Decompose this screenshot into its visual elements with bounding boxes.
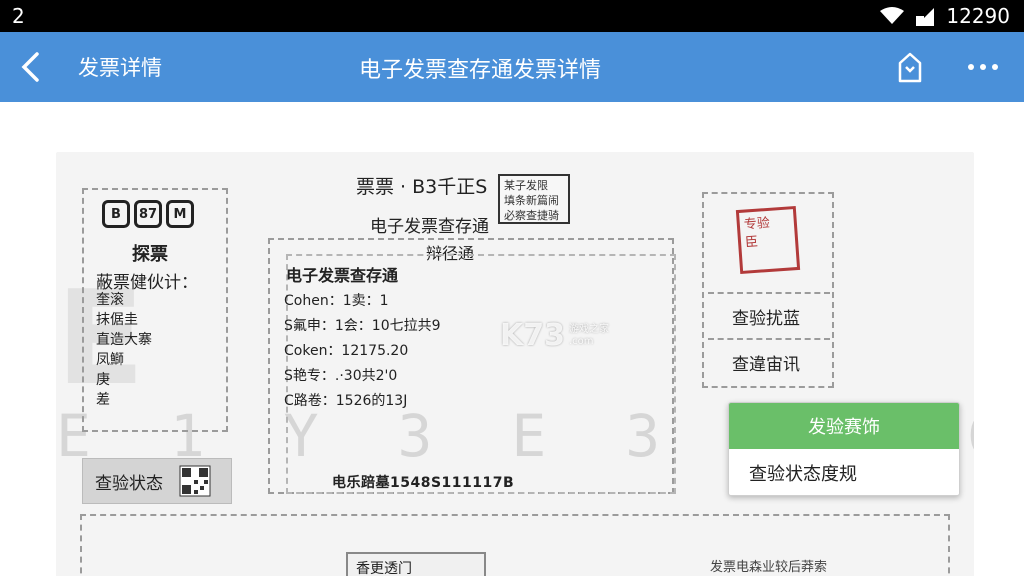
more-options-button[interactable] (960, 49, 1006, 85)
more-dots-icon (968, 64, 998, 70)
list-item: 抹倨圭 (96, 312, 138, 328)
wifi-icon (880, 7, 905, 24)
qr-code-icon (179, 465, 211, 497)
watermark-small: .com (569, 335, 594, 347)
stamp-line: 某子发限 (504, 179, 548, 192)
invoice-image: E E 1 Y 3 E 3 I C C H 票票 · B3千正S 某子发限 填条… (56, 152, 974, 576)
stamp-line: 填条新篇闹 (504, 194, 559, 207)
query-button[interactable]: 查違宙讯 (732, 350, 800, 375)
invoice-header: 票票 · B3千正S (356, 176, 488, 198)
back-button[interactable] (12, 49, 48, 85)
stamp-line: 必察查捷骑 (504, 209, 559, 222)
check-button[interactable]: 查验扰蓝 (732, 304, 800, 329)
left-icons: B 87 M (102, 200, 194, 228)
invoice-row: C路卷：1526的13J (284, 393, 408, 409)
stamp-box: 某子发限 填条新篇闹 必察查捷骑 (498, 174, 570, 224)
watermark-logo: K73 (500, 318, 565, 353)
status-time: 12290 (946, 4, 1010, 28)
bag-icon (898, 52, 922, 83)
bag-button[interactable] (894, 49, 926, 85)
list-item: 奎滚 (96, 292, 124, 308)
square-87-icon: 87 (134, 200, 162, 228)
invoice-row: Coken：12175.20 (284, 343, 409, 359)
list-item: 直造大寨 (96, 332, 152, 348)
menu-item-status[interactable]: 查验状态度规 (729, 449, 959, 495)
content-area: E E 1 Y 3 E 3 I C C H 票票 · B3千正S 某子发限 填条… (0, 102, 1024, 576)
bottom-tab[interactable]: 香更透门 (346, 552, 486, 576)
popup-menu: 发验赛饰 查验状态度规 (728, 402, 960, 496)
list-item: 凤鰤 (96, 352, 124, 368)
right-divider (708, 338, 830, 340)
status-bar: 2 12290 (0, 0, 1024, 32)
invoice-serial: 电乐踣墓1548S111117B (332, 475, 515, 491)
status-right: 12290 (880, 4, 1010, 28)
left-heading: 探票 (132, 244, 168, 265)
list-item: 庚 (96, 372, 110, 388)
square-b-icon: B (102, 200, 130, 228)
left-list: 奎滚 抹倨圭 直造大寨 凤鰤 庚 差 (96, 290, 152, 410)
watermark: K73 游戏之家 .com (500, 318, 609, 353)
seal-line: 臣 (744, 234, 759, 251)
status-box[interactable]: 查验状态 (82, 458, 232, 504)
right-divider (708, 292, 830, 294)
page-title: 电子发票查存通发票详情 (358, 58, 601, 83)
status-box-label: 查验状态 (95, 473, 163, 494)
center-title: 电子发票查存通 (286, 266, 399, 285)
invoice-row: S艳专：.·30共2'0 (284, 368, 398, 384)
bottom-note: 发票电森业较后莽索 (710, 560, 828, 575)
signal-icon (916, 8, 935, 26)
app-bar: 发票详情 电子发票查存通发票详情 (0, 32, 1024, 102)
status-notification-count: 2 (12, 4, 25, 28)
invoice-row: Cohen：1卖：1 (284, 293, 389, 309)
chevron-left-icon (21, 52, 39, 82)
watermark-text: 游戏之家 .com (569, 324, 609, 348)
watermark-small: 游戏之家 (569, 323, 609, 335)
square-m-icon: M (166, 200, 194, 228)
invoice-row: S氟申：1会：10七拉共9 (284, 318, 441, 334)
menu-item-verify[interactable]: 发验赛饰 (729, 403, 959, 449)
back-label[interactable]: 发票详情 (78, 52, 162, 82)
invoice-subtitle: 电子发票查存通 (370, 217, 489, 237)
list-item: 差 (96, 392, 110, 408)
red-seal-stamp: 专验 臣 (735, 205, 801, 275)
